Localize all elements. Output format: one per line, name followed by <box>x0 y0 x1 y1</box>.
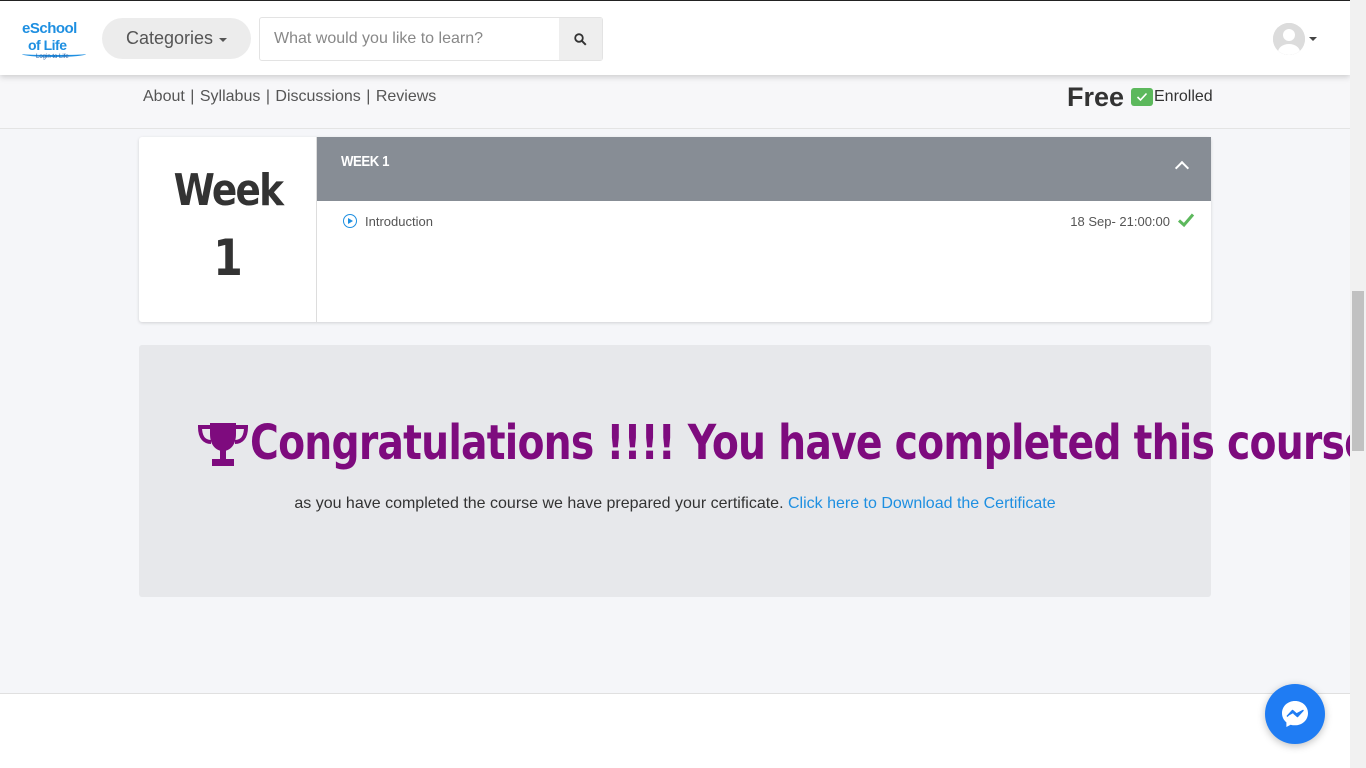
categories-label: Categories <box>125 28 214 48</box>
check-icon <box>1131 88 1153 106</box>
lower-section <box>0 694 1350 768</box>
week-accordion-header[interactable]: WEEK 1 <box>317 137 1211 201</box>
week-word: Week <box>173 165 284 216</box>
messenger-chat-button[interactable] <box>1265 684 1325 744</box>
course-subnav: About | Syllabus | Discussions | Reviews… <box>0 75 1350 129</box>
site-logo[interactable]: eSchool of Life Login to Life <box>22 21 90 65</box>
discussions-link[interactable]: Discussions <box>275 88 360 105</box>
caret-down-icon <box>219 37 228 42</box>
search-input[interactable] <box>260 18 559 60</box>
user-icon <box>1273 23 1305 55</box>
search-button[interactable] <box>559 18 602 60</box>
week-title: WEEK 1 <box>341 153 389 170</box>
lesson-time: 18 Sep- 21:00:00 <box>1070 214 1170 229</box>
syllabus-link[interactable]: Syllabus <box>200 88 260 105</box>
week-number: 1 <box>213 229 243 287</box>
top-navbar: eSchool of Life Login to Life Categories <box>0 0 1350 75</box>
course-price: Free <box>1067 82 1125 112</box>
page-scrollbar[interactable] <box>1350 0 1366 768</box>
week-label-panel: Week 1 <box>139 137 317 322</box>
completion-panel: Congratulations !!!! You have completed … <box>139 345 1366 597</box>
certificate-message: as you have completed the course we have… <box>139 495 1211 513</box>
lesson-row[interactable]: Introduction 18 Sep- 21:00:00 <box>317 201 1211 241</box>
separator: | <box>265 88 275 105</box>
course-section-links: About | Syllabus | Discussions | Reviews <box>143 88 436 106</box>
download-certificate-link[interactable]: Click here to Download the Certificate <box>788 495 1056 512</box>
lesson-title[interactable]: Introduction <box>365 214 433 229</box>
play-circle-icon[interactable] <box>343 214 357 228</box>
separator: | <box>190 88 199 105</box>
search-icon <box>574 32 587 46</box>
about-link[interactable]: About <box>143 88 185 105</box>
separator: | <box>366 88 375 105</box>
messenger-icon <box>1282 701 1308 727</box>
reviews-link[interactable]: Reviews <box>376 88 436 105</box>
enrolled-label: Enrolled <box>1154 88 1213 105</box>
week-card: Week 1 WEEK 1 Introduction 18 Sep- 21:00… <box>139 137 1211 322</box>
avatar[interactable] <box>1273 23 1305 55</box>
chevron-up-icon[interactable] <box>1174 160 1190 176</box>
congratulations-title: Congratulations !!!! You have completed … <box>249 415 1366 471</box>
trophy-icon <box>197 423 248 466</box>
categories-dropdown[interactable]: Categories <box>102 18 251 59</box>
certificate-text: as you have completed the course we have… <box>294 495 784 512</box>
scrollbar-thumb[interactable] <box>1352 291 1364 451</box>
logo-tagline: Login to Life <box>36 54 69 60</box>
enrolled-badge: Enrolled <box>1131 88 1213 106</box>
check-icon <box>1177 213 1195 228</box>
search-bar <box>259 17 603 61</box>
caret-down-icon[interactable] <box>1309 37 1317 41</box>
completion-heading: Congratulations !!!! You have completed … <box>139 415 1366 471</box>
logo-line1: eSchool <box>22 20 77 37</box>
